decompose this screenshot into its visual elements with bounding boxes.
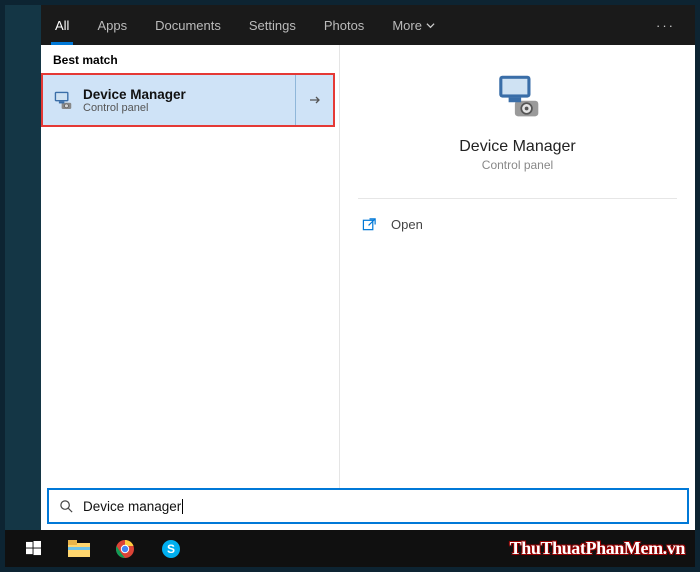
device-manager-icon (493, 71, 543, 121)
open-icon (362, 217, 377, 232)
tab-more-label: More (392, 18, 422, 33)
arrow-right-icon (307, 92, 323, 108)
tab-apps[interactable]: Apps (83, 5, 141, 45)
chevron-down-icon (426, 21, 435, 30)
taskbar-file-explorer[interactable] (61, 534, 97, 564)
search-query-text: Device manager (83, 499, 181, 514)
results-column: Best match D (41, 45, 340, 488)
result-subtitle: Control panel (83, 102, 295, 114)
action-open-label: Open (391, 217, 423, 232)
more-options-button[interactable]: ··· (646, 18, 685, 33)
start-button[interactable] (15, 534, 51, 564)
tab-photos[interactable]: Photos (310, 5, 378, 45)
taskbar-chrome[interactable] (107, 534, 143, 564)
chrome-icon (115, 539, 135, 559)
taskbar-skype[interactable]: S (153, 534, 189, 564)
svg-text:S: S (167, 542, 175, 556)
search-icon (59, 499, 74, 514)
search-tabs-bar: All Apps Documents Settings Photos More … (41, 5, 695, 45)
tab-settings[interactable]: Settings (235, 5, 310, 45)
detail-subtitle: Control panel (482, 158, 553, 172)
tab-more[interactable]: More (378, 5, 449, 45)
tab-all[interactable]: All (41, 5, 83, 45)
watermark: ThuThuatPhanMem.vn (510, 538, 685, 559)
detail-column: Device Manager Control panel Open (340, 45, 695, 488)
result-expand-button[interactable] (295, 75, 333, 125)
tab-documents[interactable]: Documents (141, 5, 235, 45)
skype-icon: S (161, 539, 181, 559)
device-manager-icon (52, 89, 74, 111)
detail-title: Device Manager (459, 138, 576, 156)
desktop-left-strip (5, 5, 41, 530)
text-cursor (182, 499, 183, 514)
search-input[interactable]: Device manager (47, 488, 689, 524)
annotation-highlight: Device Manager Control panel (41, 73, 335, 127)
result-device-manager[interactable]: Device Manager Control panel (43, 75, 333, 125)
action-open[interactable]: Open (362, 213, 673, 236)
search-panel: All Apps Documents Settings Photos More … (41, 5, 695, 530)
result-title: Device Manager (83, 87, 295, 102)
folder-icon (68, 540, 90, 558)
windows-icon (26, 541, 41, 556)
section-best-match: Best match (41, 45, 339, 73)
